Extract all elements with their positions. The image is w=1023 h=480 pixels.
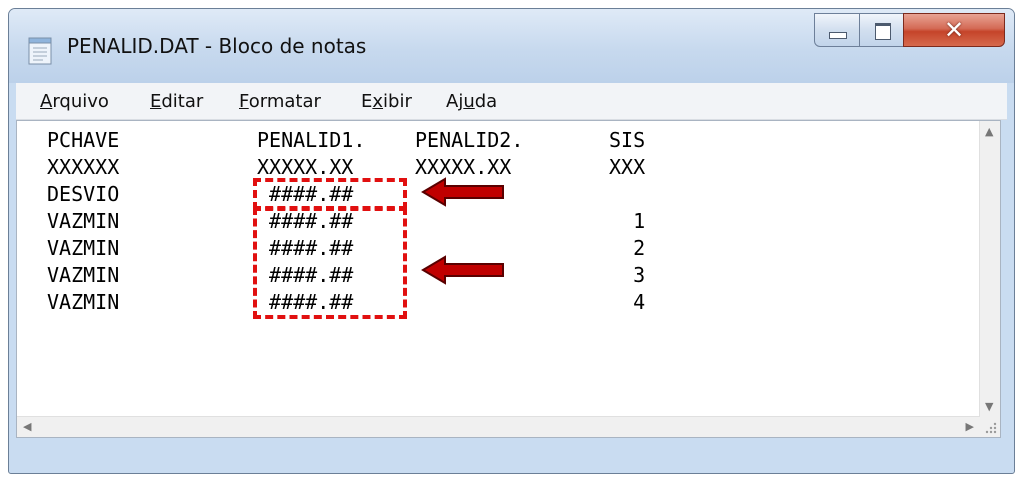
menu-exibir[interactable]: Exibir <box>361 91 412 112</box>
close-icon: ✕ <box>943 16 965 44</box>
text-cell: VAZMIN <box>47 209 120 233</box>
horizontal-scrollbar[interactable]: ◀ ▶ <box>17 416 980 437</box>
text-cell: DESVIO <box>47 182 120 206</box>
menu-bar: Arquivo Editar Formatar Exibir Ajuda <box>16 83 1007 120</box>
highlight-box-vazmin <box>253 207 407 319</box>
text-cell: 1 <box>609 209 646 233</box>
arrow-left-icon <box>421 255 504 285</box>
maximize-icon <box>875 23 891 40</box>
minimize-icon <box>829 32 847 39</box>
menu-formatar[interactable]: Formatar <box>239 91 321 112</box>
text-cell: PENALID1. <box>257 128 366 152</box>
text-cell: SIS <box>609 128 646 152</box>
menu-ajuda[interactable]: Ajuda <box>446 91 497 112</box>
text-cell: XXX <box>609 155 646 179</box>
vertical-scrollbar[interactable]: ▲ ▼ <box>979 121 1000 417</box>
text-cell: VAZMIN <box>47 290 120 314</box>
scroll-up-icon[interactable]: ▲ <box>985 125 993 138</box>
text-cell: PCHAVE <box>47 128 120 152</box>
text-cell: XXXXX.XX <box>257 155 354 179</box>
text-cell: 4 <box>609 290 646 314</box>
text-cell: VAZMIN <box>47 236 120 260</box>
menu-arquivo[interactable]: Arquivo <box>40 91 109 112</box>
close-button[interactable]: ✕ <box>903 13 1005 47</box>
arrow-left-icon <box>421 177 504 207</box>
scroll-down-icon[interactable]: ▼ <box>985 400 993 413</box>
notepad-window: PENALID.DAT - Bloco de notas ✕ Arquivo E… <box>8 8 1015 474</box>
notepad-icon <box>28 37 52 65</box>
window-title: PENALID.DAT - Bloco de notas <box>67 34 367 58</box>
title-bar[interactable]: PENALID.DAT - Bloco de notas ✕ <box>9 9 1014 83</box>
text-editor[interactable]: PCHAVE PENALID1. PENALID2. SIS XXXXXX XXXXX.… <box>16 120 1001 438</box>
text-cell: 2 <box>609 236 646 260</box>
menu-editar[interactable]: Editar <box>150 91 203 112</box>
text-content[interactable]: PCHAVE PENALID1. PENALID2. SIS XXXXXX XXXXX.… <box>17 121 980 417</box>
scroll-left-icon[interactable]: ◀ <box>23 420 31 433</box>
minimize-button[interactable] <box>814 13 860 47</box>
text-cell: VAZMIN <box>47 263 120 287</box>
highlight-box-desvio <box>253 178 407 210</box>
text-cell: XXXXXX <box>47 155 120 179</box>
maximize-button[interactable] <box>859 13 904 47</box>
scroll-right-icon[interactable]: ▶ <box>966 420 974 433</box>
text-cell: 3 <box>609 263 646 287</box>
resize-grip-icon[interactable] <box>980 417 1000 437</box>
text-cell: PENALID2. <box>415 128 524 152</box>
